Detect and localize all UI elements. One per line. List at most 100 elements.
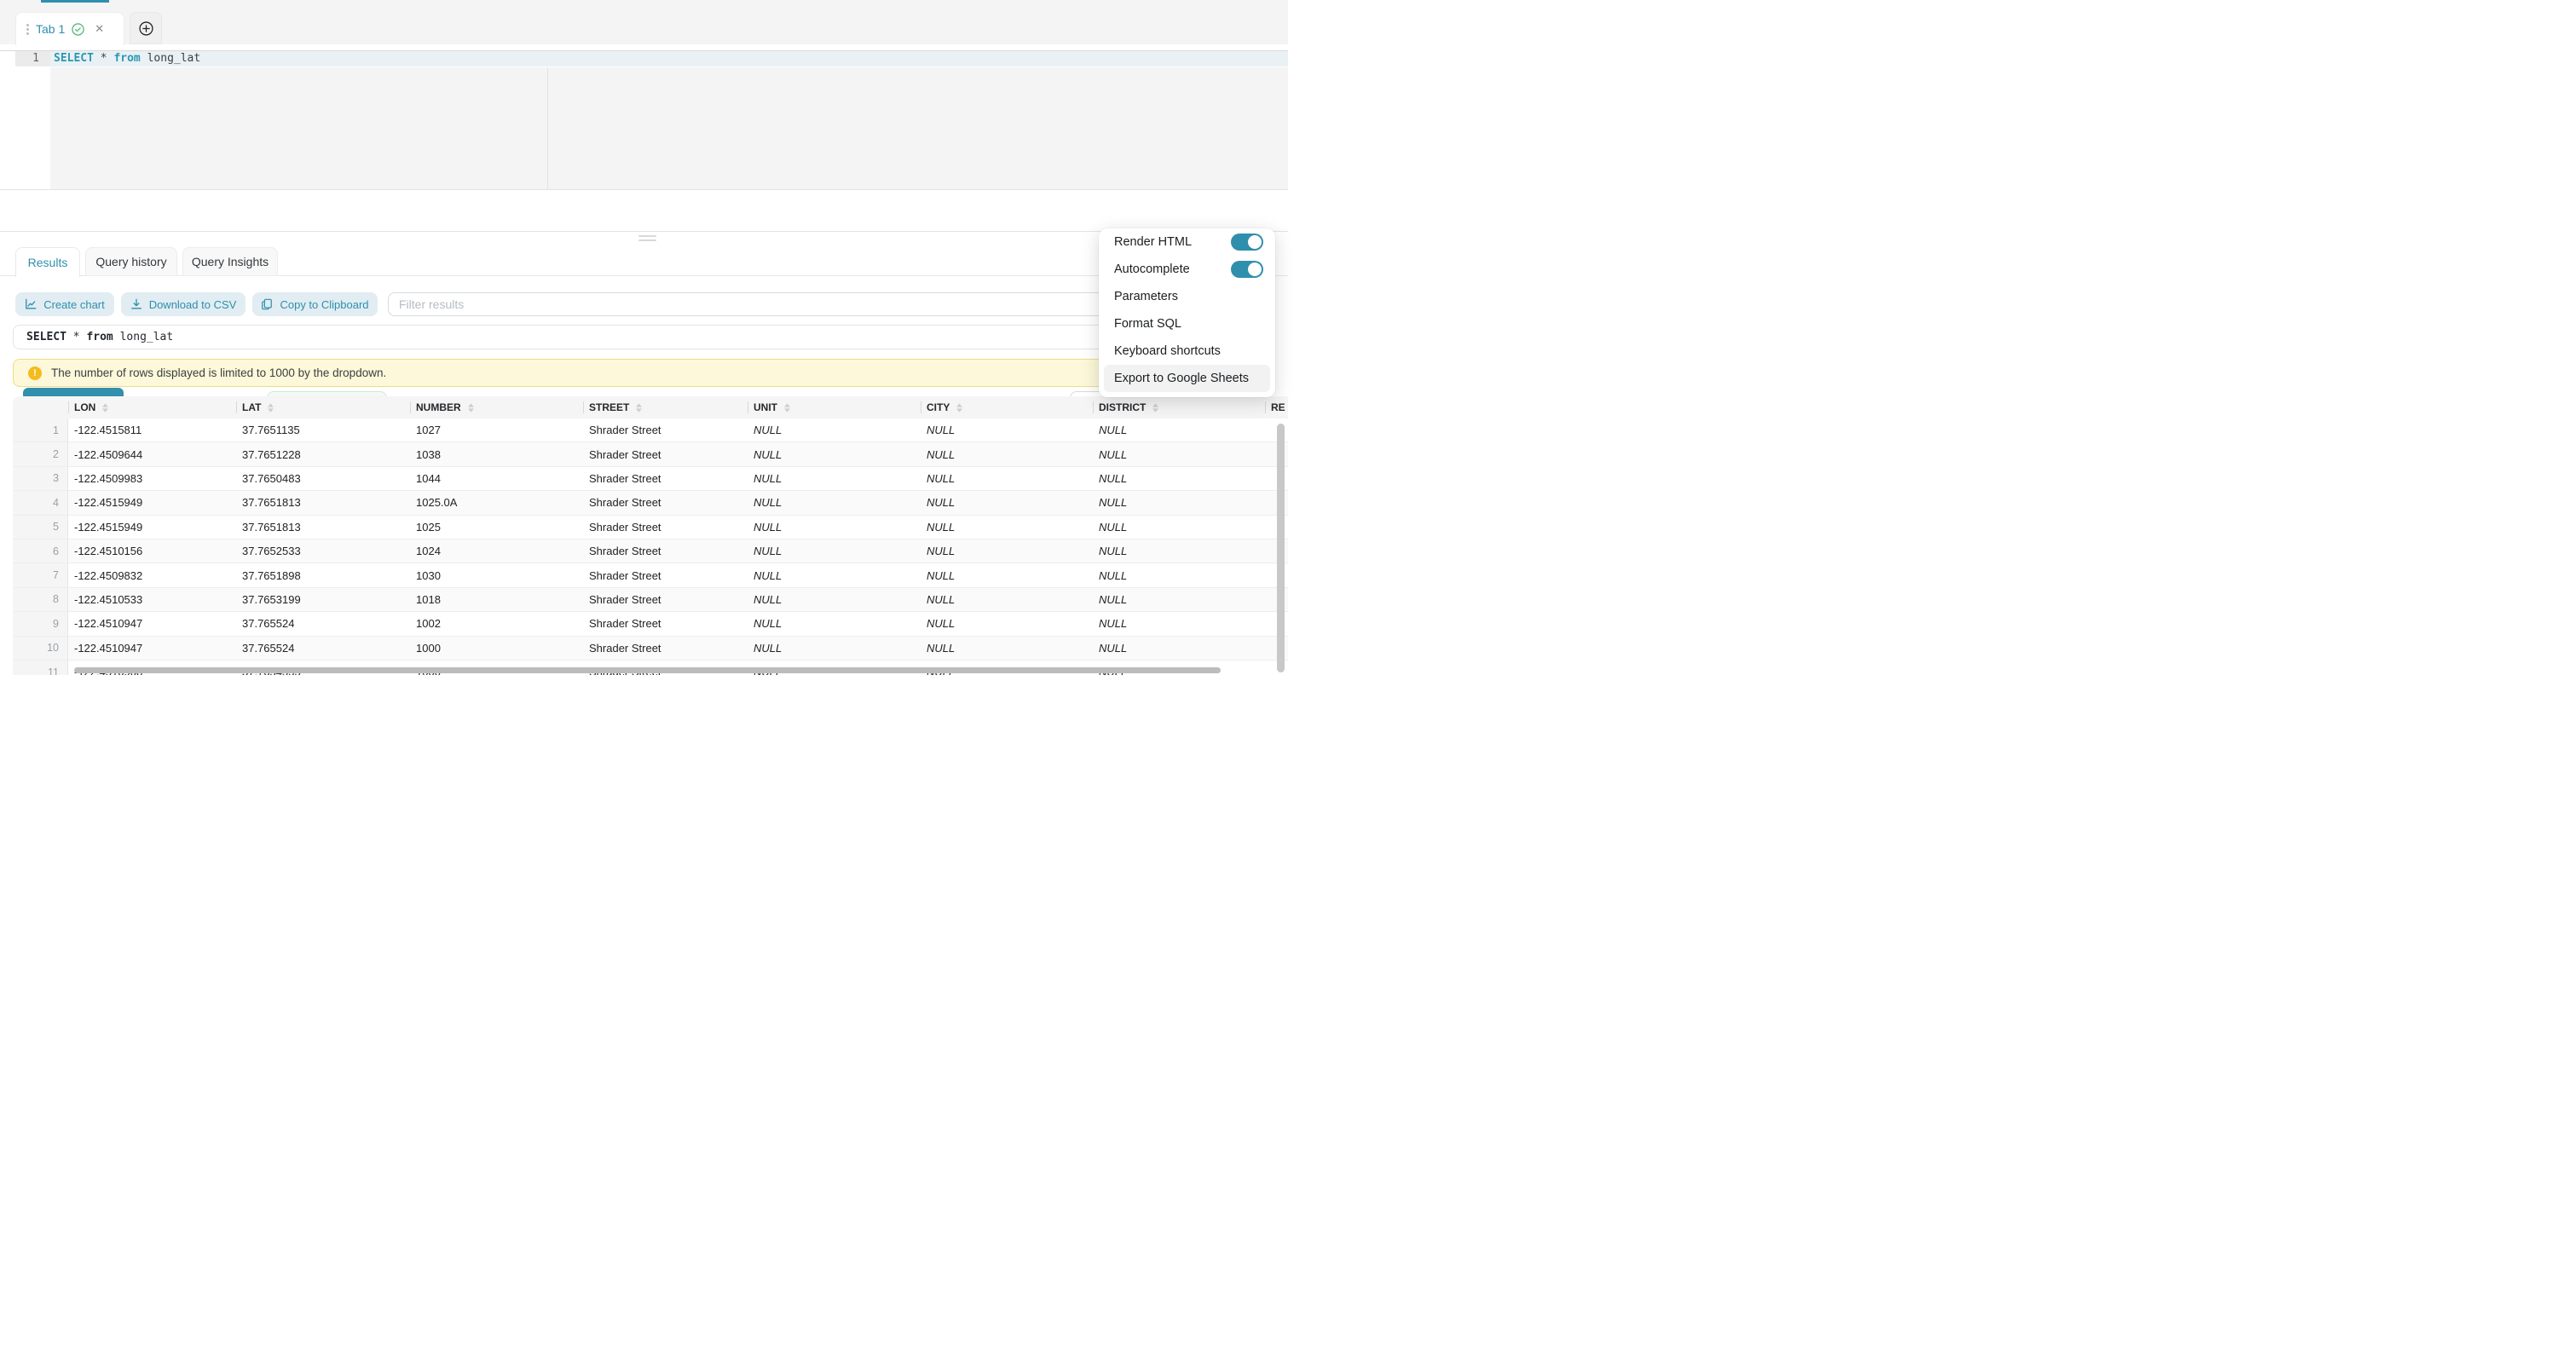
table-row: 3-122.450998337.76504831044Shrader Stree… xyxy=(13,467,1288,491)
tab-drag-handle-icon[interactable] xyxy=(26,24,29,35)
table-cell: NULL xyxy=(748,418,921,441)
table-cell: 1002 xyxy=(410,612,583,635)
render-html-toggle[interactable] xyxy=(1231,234,1263,251)
table-cell: -122.4515949 xyxy=(68,516,236,539)
row-number: 10 xyxy=(13,637,68,660)
row-number: 1 xyxy=(13,418,68,441)
table-cell: 37.7651228 xyxy=(236,442,410,465)
column-header-number[interactable]: NUMBER xyxy=(410,396,583,418)
editor-empty-area[interactable] xyxy=(50,67,1288,189)
column-label: LON xyxy=(74,401,95,413)
plus-circle-icon xyxy=(139,21,153,36)
sort-icon[interactable] xyxy=(784,403,790,412)
copy-to-clipboard-button[interactable]: Copy to Clipboard xyxy=(252,292,378,316)
tab-1[interactable]: Tab 1 ✕ xyxy=(15,12,124,45)
sort-icon[interactable] xyxy=(268,403,274,412)
menu-item-label: Export to Google Sheets xyxy=(1114,372,1249,385)
table-cell: 1030 xyxy=(410,563,583,586)
column-header-lon[interactable]: LON xyxy=(68,396,236,418)
executed-query-display: SELECT * from long_lat xyxy=(13,325,1275,349)
table-cell: NULL xyxy=(921,418,1093,441)
column-label: DISTRICT xyxy=(1099,401,1146,413)
sort-icon[interactable] xyxy=(102,403,108,412)
table-cell: NULL xyxy=(748,442,921,465)
column-header-street[interactable]: STREET xyxy=(583,396,748,418)
new-tab-button[interactable] xyxy=(130,12,162,44)
download-icon xyxy=(130,298,142,310)
column-label: RE xyxy=(1271,401,1285,413)
sql-keyword: from xyxy=(113,52,140,65)
menu-item-label: Autocomplete xyxy=(1114,262,1190,276)
sort-icon[interactable] xyxy=(956,403,962,412)
table-cell: 37.765524 xyxy=(236,612,410,635)
download-csv-button[interactable]: Download to CSV xyxy=(121,292,245,316)
menu-item-autocomplete[interactable]: Autocomplete xyxy=(1099,256,1275,283)
table-row: 4-122.451594937.76518131025.0AShrader St… xyxy=(13,491,1288,515)
horizontal-scrollbar[interactable] xyxy=(74,667,1221,673)
warning-text: The number of rows displayed is limited … xyxy=(51,366,386,379)
column-header-district[interactable]: DISTRICT xyxy=(1093,396,1265,418)
chart-icon xyxy=(25,298,37,310)
row-limit-warning: ! The number of rows displayed is limite… xyxy=(13,359,1275,387)
sort-icon[interactable] xyxy=(636,403,642,412)
autocomplete-toggle[interactable] xyxy=(1231,261,1263,278)
menu-item-export-to-google-sheets[interactable]: Export to Google Sheets xyxy=(1104,365,1270,392)
row-number: 7 xyxy=(13,563,68,586)
tab-query-insights[interactable]: Query Insights xyxy=(182,247,278,276)
table-cell: -122.4509832 xyxy=(68,563,236,586)
download-csv-label: Download to CSV xyxy=(149,298,237,311)
table-cell: -122.4509644 xyxy=(68,442,236,465)
table-cell: NULL xyxy=(1093,612,1265,635)
sort-icon[interactable] xyxy=(1152,403,1158,412)
menu-item-render-html[interactable]: Render HTML xyxy=(1099,228,1275,256)
sort-icon[interactable] xyxy=(468,403,474,412)
sql-text: * xyxy=(94,52,113,65)
table-header-row: LON LATNUMBERSTREET UNIT CITY DISTRICT RE xyxy=(13,396,1288,418)
column-header-re[interactable]: RE xyxy=(1265,396,1288,418)
editor-line-number: 1 xyxy=(15,51,50,66)
table-row: 1-122.451581137.76511351027Shrader Stree… xyxy=(13,418,1288,442)
row-number: 11 xyxy=(13,661,68,675)
create-chart-button[interactable]: Create chart xyxy=(15,292,114,316)
column-label: UNIT xyxy=(754,401,777,413)
table-cell: NULL xyxy=(748,467,921,490)
table-cell: 1038 xyxy=(410,442,583,465)
editor-code-line[interactable]: SELECT * from long_lat xyxy=(50,51,1288,66)
create-chart-label: Create chart xyxy=(43,298,105,311)
row-number: 2 xyxy=(13,442,68,465)
editor-active-line[interactable]: 1 SELECT * from long_lat xyxy=(0,51,1288,66)
tab-results[interactable]: Results xyxy=(15,247,80,277)
table-cell: NULL xyxy=(921,539,1093,562)
menu-item-parameters[interactable]: Parameters xyxy=(1099,283,1275,310)
table-cell: Shrader Street xyxy=(583,637,748,660)
row-number: 8 xyxy=(13,588,68,611)
pane-resize-handle[interactable] xyxy=(638,235,656,244)
table-cell: Shrader Street xyxy=(583,539,748,562)
close-tab-icon[interactable]: ✕ xyxy=(95,22,104,36)
table-cell: -122.4510947 xyxy=(68,637,236,660)
column-header-unit[interactable]: UNIT xyxy=(748,396,921,418)
vertical-scrollbar[interactable] xyxy=(1277,424,1285,672)
table-cell: -122.4515949 xyxy=(68,491,236,514)
overflow-menu: Render HTML Autocomplete Parameters Format … xyxy=(1099,228,1275,397)
menu-item-label: Parameters xyxy=(1114,290,1178,303)
table-cell: NULL xyxy=(1093,442,1265,465)
table-cell: -122.4510156 xyxy=(68,539,236,562)
column-header-lat[interactable]: LAT xyxy=(236,396,410,418)
table-row: 5-122.451594937.76518131025Shrader Stree… xyxy=(13,516,1288,539)
tab-query-history[interactable]: Query history xyxy=(85,247,177,276)
sql-text: long_lat xyxy=(141,52,200,65)
table-cell: NULL xyxy=(921,637,1093,660)
query-toolbar: Run LIMIT: 1 000 00:00:00.173 Save xyxy=(0,189,1288,232)
table-cell: 37.7652533 xyxy=(236,539,410,562)
tab-bar: Tab 1 ✕ xyxy=(0,0,1288,44)
table-cell: -122.4510533 xyxy=(68,588,236,611)
sql-editor[interactable]: 1 SELECT * from long_lat xyxy=(0,50,1288,189)
table-cell: NULL xyxy=(748,588,921,611)
menu-item-keyboard-shortcuts[interactable]: Keyboard shortcuts xyxy=(1099,338,1275,365)
row-number: 4 xyxy=(13,491,68,514)
table-cell: 37.7651813 xyxy=(236,516,410,539)
column-header-city[interactable]: CITY xyxy=(921,396,1093,418)
table-cell: Shrader Street xyxy=(583,442,748,465)
menu-item-format-sql[interactable]: Format SQL xyxy=(1099,310,1275,338)
